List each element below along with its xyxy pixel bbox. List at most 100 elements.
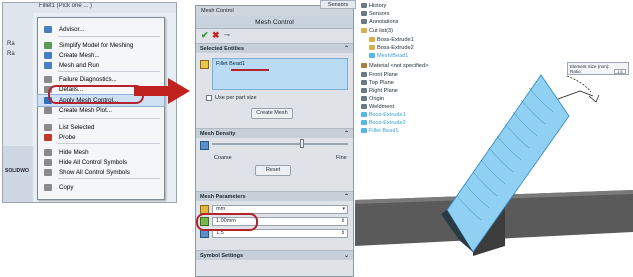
tree-item[interactable]: Annotations [361,19,399,25]
element-size-highlight-ring [196,213,258,231]
menu-item[interactable]: Create Mesh Plot... [38,105,164,116]
units-value: mm [216,206,226,212]
app-label: SOLIDWO [5,168,29,174]
menu-item-icon [44,134,52,141]
ok-check-icon[interactable]: ✔ [201,30,209,41]
tree-item-icon [369,53,375,58]
symbol-settings-group: Symbol Settings ⌄ [196,250,353,262]
menu-separator [58,178,160,179]
tree-item-label: Fillet Bead1 [369,128,399,134]
tree-item[interactable]: Front Plane [361,72,398,78]
collapse-icon[interactable]: ⌃ [344,44,349,54]
menu-item[interactable]: Advisor... [38,24,164,35]
pushpin-icon[interactable]: ⊸ [224,31,230,39]
selected-entities-list[interactable]: Fillet Bead1 [212,58,348,90]
reset-button[interactable]: Reset [255,165,291,176]
tree-item-icon [369,45,375,50]
context-menu: Advisor... Simplify Model for Meshing Crea… [37,17,165,200]
menu-item-label: Advisor... [59,26,85,33]
tree-item[interactable]: Boss-Extrude2 [369,45,414,51]
collapse-icon[interactable]: ⌃ [344,192,349,202]
tree-item[interactable]: Boss-Extrude2 [361,120,406,126]
menu-item-label: Simplify Model for Meshing [59,42,134,49]
menu-item-icon [44,149,52,156]
expand-icon[interactable]: ⌄ [344,251,349,261]
tree-item-icon [361,28,367,33]
menu-item-icon [44,26,52,33]
use-per-part-size-checkbox[interactable] [206,95,212,101]
menu-item-label: Show All Control Symbols [59,169,130,176]
tree-item[interactable]: Origin [361,96,384,102]
left-bottom-panel: SOLIDWO [3,146,33,202]
collapse-icon[interactable]: ⌃ [344,129,349,139]
menu-separator [58,118,160,119]
menu-item-icon [44,52,52,59]
horizontal-plate [355,190,633,246]
tree-item-icon [361,88,367,93]
menu-item-label: Hide All Control Symbols [59,159,128,166]
group-header[interactable]: Mesh Parameters ⌃ [196,191,353,201]
tree-item-icon [361,19,367,24]
element-size-callout: Element Size (mm): Ratio: 1.5 [567,62,629,75]
menu-item-label: Create Mesh Plot... [59,107,112,114]
menu-item[interactable]: Probe [38,132,164,143]
menu-item-label: Failure Diagnostics... [59,76,117,83]
mesh-density-slider-knob[interactable] [300,139,304,148]
group-title: Symbol Settings [200,253,244,259]
fillet-bead-face [441,210,473,252]
menu-item-icon [44,42,52,49]
face-selection-icon [200,60,209,69]
tree-item[interactable]: Fillet Bead1 [361,128,399,134]
tree-item-icon [369,37,375,42]
tree-item-label: Weldment [369,104,395,110]
menu-item-icon [44,124,52,131]
mesh-density-icon [200,141,209,150]
tree-item[interactable]: Right Plane [361,88,398,94]
menu-item-label: Create Mesh... [59,52,100,59]
tree-item-label: Boss-Extrude1 [369,112,406,118]
tree-item[interactable]: History [361,3,386,9]
tree-item[interactable]: Boss-Extrude1 [361,112,406,118]
mesh-parameters-group: Mesh Parameters ⌃ mm ▾ 1.00mm ⇕ 1.5 ⇕ [196,191,353,247]
tree-item[interactable]: Weldment [361,104,394,110]
menu-item[interactable]: Show All Control Symbols [38,167,164,178]
menu-item[interactable]: Mesh and Run [38,60,164,71]
tree-item[interactable]: Sensors [361,11,390,17]
spinner-icon[interactable]: ⇕ [341,230,345,237]
mesh-control-symbol-icon [557,75,600,103]
tree-label: Ra [7,51,15,57]
apply-mesh-control-highlight-ring [48,85,144,104]
tree-item[interactable]: Boss-Extrude1 [369,37,414,43]
group-header[interactable]: Symbol Settings ⌄ [196,250,353,260]
tree-item-label: Boss-Extrude1 [377,37,414,43]
group-title: Mesh Parameters [200,194,246,200]
tree-item-icon [361,63,367,68]
tree-item[interactable]: Mesh/Bead1 [369,53,408,59]
menu-item-icon [44,184,52,191]
selected-entity-item[interactable]: Fillet Bead1 [216,61,245,67]
tree-item-icon [361,80,367,85]
sensors-tab[interactable]: Sensors [320,0,356,9]
group-header[interactable]: Mesh Density ⌃ [196,128,353,138]
mesh-density-slider-track[interactable] [212,143,348,145]
spinner-icon[interactable]: ⇕ [341,218,345,225]
menu-item-icon [44,107,52,114]
tree-label: Ra [7,41,15,47]
group-title: Mesh Density [200,131,236,137]
menu-item[interactable]: Copy [38,182,164,193]
chevron-down-icon[interactable]: ▾ [342,206,345,213]
tree-item[interactable]: Cut list(3) [361,28,393,34]
tree-item[interactable]: Top Plane [361,80,394,86]
cancel-x-icon[interactable]: ✖ [212,30,220,41]
create-mesh-button[interactable]: Create Mesh [251,108,293,119]
mesh-control-property-manager: Mesh Control Mesh Control ✔ ✖ ⊸ Selected… [195,5,354,277]
tree-item[interactable]: Material <not specified> [361,63,428,69]
selected-entities-group: Selected Entities ⌃ Fillet Bead1 Use per… [196,43,353,125]
group-header[interactable]: Selected Entities ⌃ [196,43,353,53]
tree-item-icon [361,72,367,77]
red-arrow-icon [134,78,190,104]
use-per-part-size-label: Use per part size [215,95,257,101]
menu-item-label: Copy [59,184,74,191]
menu-separator [58,36,160,37]
tree-item-icon [361,104,367,109]
